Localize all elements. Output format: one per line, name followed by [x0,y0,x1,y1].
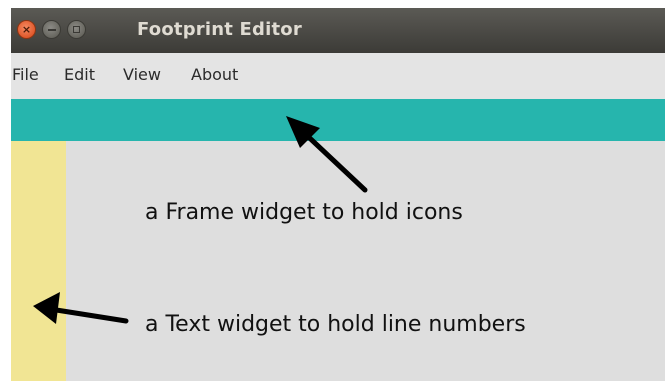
close-button[interactable]: × [17,20,36,39]
menu-view[interactable]: View [123,65,161,84]
close-icon: × [21,23,32,36]
menu-bar: File Edit View About [11,53,665,99]
text-annotation: a Text widget to hold line numbers [145,312,526,337]
minimize-button[interactable] [42,20,61,39]
menu-edit[interactable]: Edit [64,65,95,84]
maximize-icon [68,21,85,38]
frame-annotation: a Frame widget to hold icons [145,200,463,225]
icon-frame-widget [11,99,665,141]
line-numbers-text-widget[interactable] [11,141,66,381]
maximize-button[interactable] [67,20,86,39]
app-window: × Footprint Editor File Edit View About … [11,8,665,381]
window-title: Footprint Editor [137,19,302,40]
title-bar[interactable]: × Footprint Editor [11,8,665,54]
minimize-icon [43,21,60,38]
menu-file[interactable]: File [12,65,39,84]
menu-about[interactable]: About [191,65,238,84]
